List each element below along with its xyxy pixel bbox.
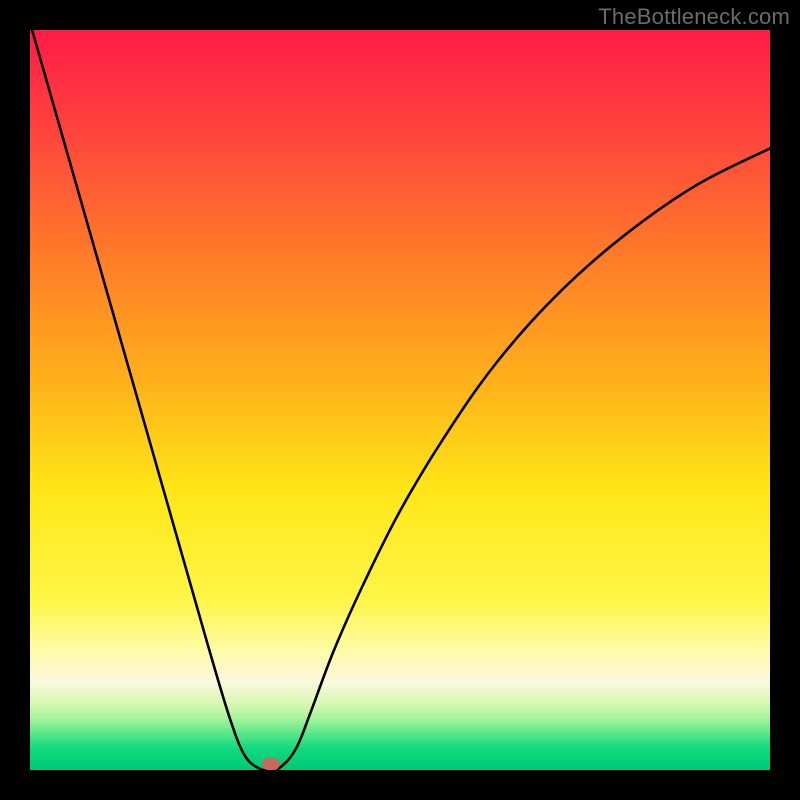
- watermark-text: TheBottleneck.com: [598, 4, 790, 30]
- chart-frame: TheBottleneck.com: [0, 0, 800, 800]
- plot-area: [30, 30, 770, 770]
- bottleneck-curve: [30, 30, 770, 770]
- minimum-marker: [262, 758, 280, 770]
